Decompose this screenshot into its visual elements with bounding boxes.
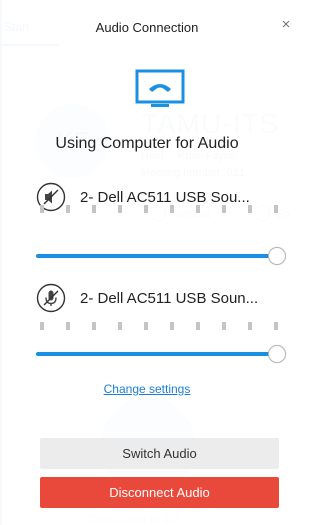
level-dot (196, 205, 200, 213)
level-dot (248, 322, 252, 330)
level-dot (92, 322, 96, 330)
level-dot (196, 322, 200, 330)
level-dot (144, 205, 148, 213)
speaker-volume-slider[interactable] (36, 247, 286, 265)
level-dot (222, 322, 226, 330)
microphone-level-meter (36, 322, 282, 330)
level-dot (222, 205, 226, 213)
microphone-muted-icon[interactable] (36, 283, 66, 313)
dialog-title: Audio Connection (95, 20, 199, 35)
disconnect-audio-button[interactable]: Disconnect Audio (40, 477, 279, 508)
computer-audio-icon (135, 69, 185, 107)
level-dot (248, 205, 252, 213)
level-dot (66, 205, 70, 213)
level-dot (274, 322, 278, 330)
microphone-volume-slider[interactable] (36, 345, 286, 363)
speaker-slider-fill (36, 254, 270, 258)
level-dot (92, 205, 96, 213)
level-dot (66, 322, 70, 330)
speaker-level-meter (36, 205, 282, 213)
level-dot (40, 322, 44, 330)
level-dot (170, 322, 174, 330)
audio-status-text: Using Computer for Audio (55, 135, 239, 152)
audio-connection-dialog: Audio Connection × Using Computer for Au… (0, 0, 294, 525)
audio-connection-window: Start KF TAMU-ITS Host Kristi Fayne Meet… (0, 0, 294, 525)
switch-audio-button[interactable]: Switch Audio (40, 438, 279, 469)
speaker-device-select[interactable]: 2- Dell AC511 USB Sou... (80, 189, 250, 206)
level-dot (118, 205, 122, 213)
level-dot (170, 205, 174, 213)
level-dot (144, 322, 148, 330)
change-settings-link[interactable]: Change settings (0, 382, 294, 396)
microphone-row: 2- Dell AC511 USB Soun... (36, 283, 286, 319)
microphone-device-select[interactable]: 2- Dell AC511 USB Soun... (80, 290, 258, 307)
microphone-slider-fill (36, 352, 270, 356)
microphone-slider-thumb[interactable] (268, 345, 286, 363)
close-button[interactable]: × (278, 16, 294, 34)
level-dot (118, 322, 122, 330)
level-dot (274, 205, 278, 213)
level-dot (40, 205, 44, 213)
speaker-slider-thumb[interactable] (268, 247, 286, 265)
